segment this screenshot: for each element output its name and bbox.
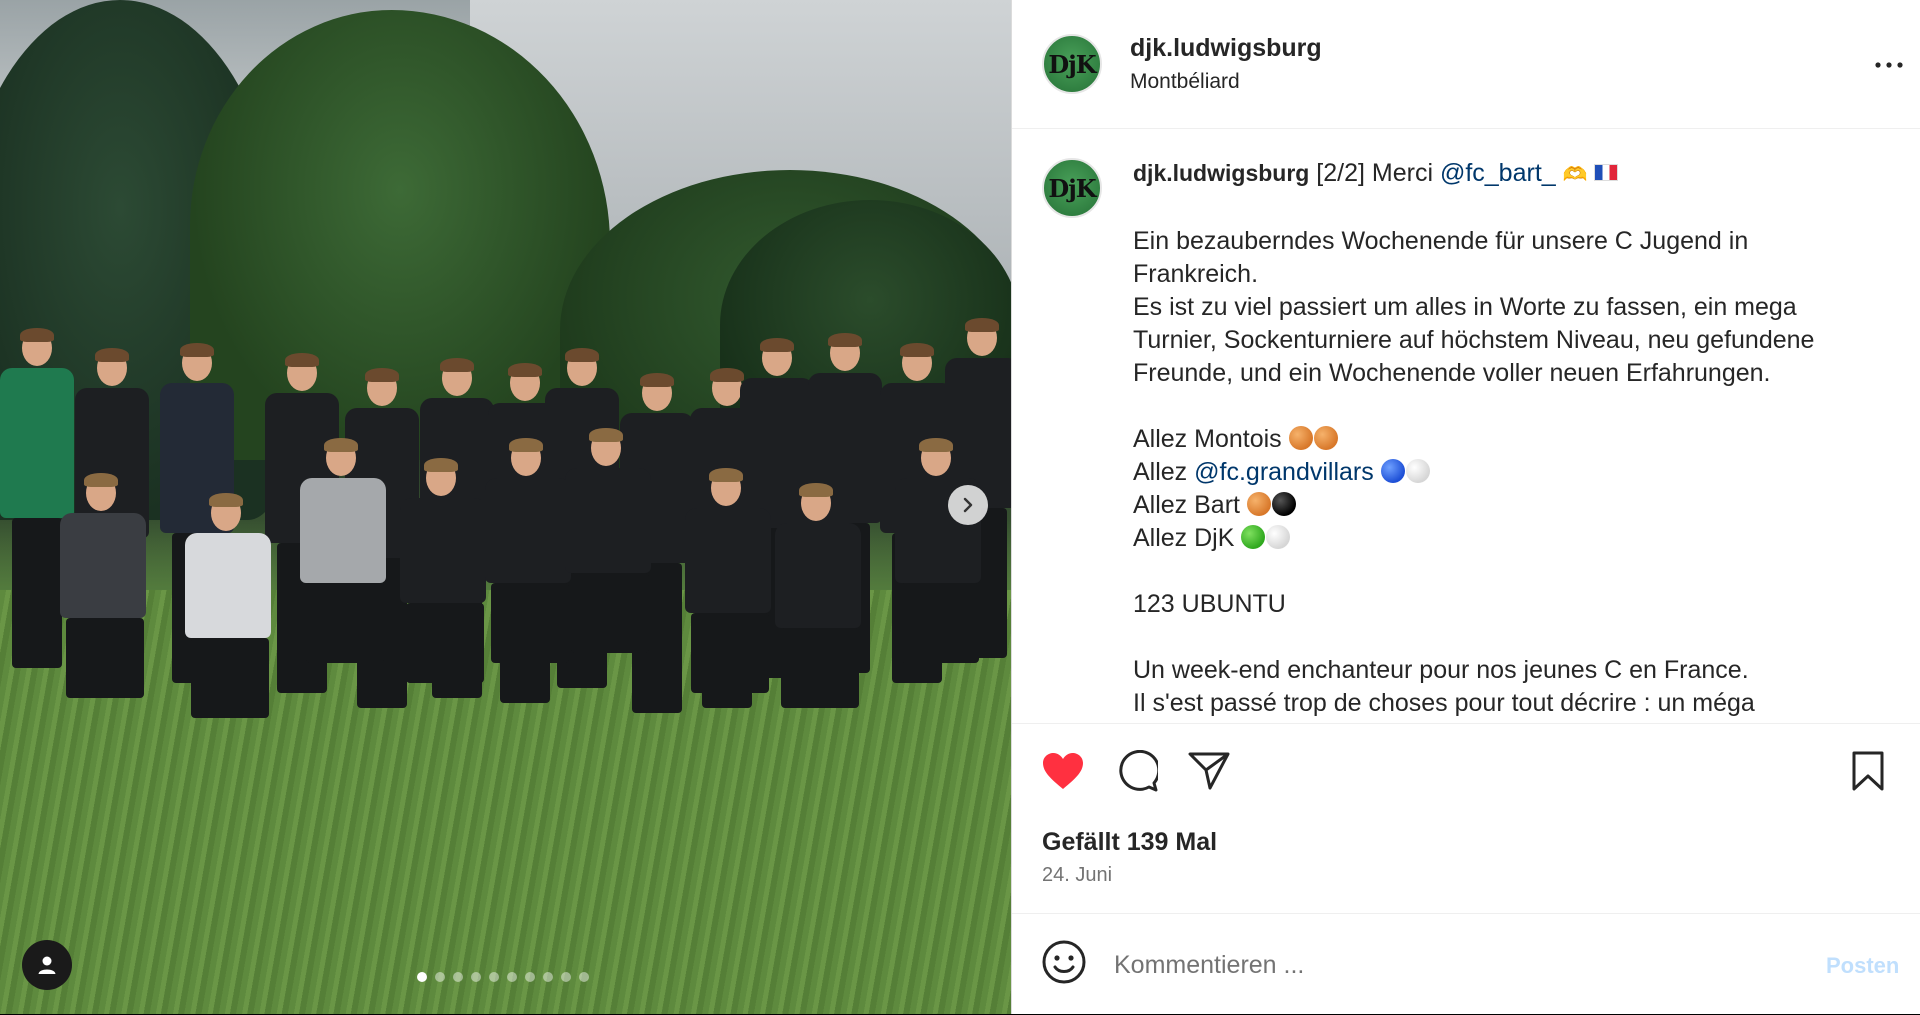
caption-paragraph: Il s'est passé trop de choses pour tout … (1133, 689, 1755, 717)
black-circle-emoji (1271, 492, 1296, 516)
more-options-button[interactable] (1874, 44, 1904, 78)
comment-icon (1119, 750, 1158, 792)
carousel-next-button[interactable] (948, 485, 988, 525)
caption-text: Allez Bart (1133, 491, 1240, 519)
chevron-right-icon (963, 497, 973, 513)
caption-line: Allez Bart (1133, 489, 1873, 522)
mention-link[interactable]: @fc_bart_ (1440, 159, 1556, 187)
carousel-dot (507, 972, 517, 982)
caption-text: Allez Montois (1133, 425, 1282, 453)
post-photo[interactable] (0, 0, 1011, 1014)
carousel-dot (525, 972, 535, 982)
user-tag-button[interactable] (22, 940, 72, 990)
share-button[interactable] (1186, 748, 1232, 794)
post-date: 24. Juni (1042, 864, 1113, 886)
caption-text: Allez (1133, 458, 1188, 486)
carousel-dot (489, 972, 499, 982)
mention-link[interactable]: @fc.grandvillars (1194, 458, 1374, 486)
bookmark-icon (1852, 751, 1884, 791)
emoji-picker-button[interactable] (1040, 938, 1088, 986)
orange-circle-emoji (1288, 426, 1313, 450)
comment-input[interactable] (1112, 944, 1756, 986)
heart-hands-emoji: 🫶 (1562, 164, 1588, 186)
green-circle-emoji (1241, 525, 1266, 549)
white-circle-emoji (1405, 459, 1430, 483)
like-button[interactable] (1040, 748, 1086, 794)
caption: djk.ludwigsburg [2/2] Merci @fc_bart_ 🫶 … (1133, 157, 1873, 720)
avatar[interactable]: DjK (1042, 34, 1102, 94)
carousel-dot (561, 972, 571, 982)
orange-circle-emoji (1313, 426, 1338, 450)
post-header: DjK djk.ludwigsburg Montbéliard (1012, 0, 1920, 129)
heart-filled-icon (1043, 753, 1083, 789)
france-flag-emoji (1593, 164, 1618, 181)
carousel-dot (543, 972, 553, 982)
share-icon (1188, 752, 1230, 790)
caption-text: Allez DjK (1133, 524, 1235, 552)
post-actions: Gefällt 139 Mal 24. Juni (1012, 723, 1920, 914)
caption-paragraph: Es ist zu viel passiert um alles in Wort… (1133, 293, 1815, 387)
comment-bar: Posten (1012, 913, 1920, 1015)
caption-paragraph: Un week-end enchanteur pour nos jeunes C… (1133, 656, 1749, 684)
blue-circle-emoji (1380, 459, 1405, 483)
likes-count[interactable]: Gefällt 139 Mal (1042, 828, 1217, 857)
carousel-indicator (417, 972, 589, 982)
caption-text: [2/2] Merci (1316, 159, 1433, 187)
comment-button[interactable] (1114, 748, 1160, 794)
carousel-dot (453, 972, 463, 982)
caption-username[interactable]: djk.ludwigsburg (1133, 160, 1309, 186)
post-comment-button[interactable]: Posten (1820, 952, 1905, 980)
post-username[interactable]: djk.ludwigsburg (1130, 34, 1322, 63)
more-options-icon (1875, 62, 1903, 68)
caption-paragraph: Ein bezauberndes Wochenende für unsere C… (1133, 227, 1749, 288)
white-circle-emoji (1266, 525, 1291, 549)
save-button[interactable] (1845, 748, 1891, 794)
carousel-dot (471, 972, 481, 982)
orange-circle-emoji (1246, 492, 1271, 516)
carousel-dot (579, 972, 589, 982)
avatar[interactable]: DjK (1042, 158, 1102, 218)
user-tag-icon (38, 956, 56, 974)
carousel-dot (435, 972, 445, 982)
post-side-panel: DjK djk.ludwigsburg Montbéliard DjK djk.… (1011, 0, 1920, 1014)
caption-line: Allez DjK (1133, 522, 1873, 555)
emoji-icon (1042, 940, 1086, 984)
caption-line: Allez Montois (1133, 423, 1873, 456)
caption-line: 123 UBUNTU (1133, 590, 1286, 618)
caption-first-line: djk.ludwigsburg [2/2] Merci @fc_bart_ 🫶 (1133, 157, 1873, 192)
carousel-dot (417, 972, 427, 982)
caption-line: Allez @fc.grandvillars (1133, 456, 1873, 489)
post-location[interactable]: Montbéliard (1130, 70, 1240, 94)
caption-area: DjK djk.ludwigsburg [2/2] Merci @fc_bart… (1012, 129, 1920, 723)
